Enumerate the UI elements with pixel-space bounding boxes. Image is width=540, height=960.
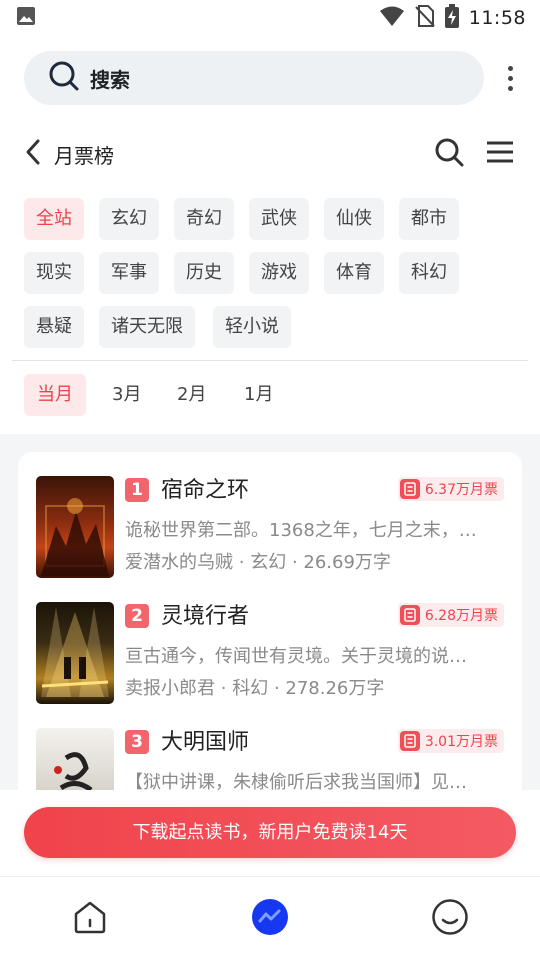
category-chip[interactable]: 轻小说	[213, 306, 291, 348]
smile-face-icon	[431, 898, 469, 940]
category-chip[interactable]: 诸天无限	[99, 306, 195, 348]
ticket-icon	[399, 479, 420, 499]
book-cover-image	[36, 476, 114, 578]
more-options-icon[interactable]	[504, 65, 516, 91]
search-row: 搜索	[24, 51, 516, 105]
category-chip[interactable]: 历史	[174, 252, 234, 294]
category-chip[interactable]: 都市	[399, 198, 459, 240]
book-genre: 玄幻	[250, 552, 287, 573]
book-genre: 科幻	[232, 678, 269, 699]
nav-home[interactable]	[71, 900, 109, 938]
rank-badge: 2	[125, 604, 149, 628]
page-title: 月票榜	[54, 143, 114, 168]
votes-badge: 3.01万月票	[397, 729, 504, 753]
status-bar: 11:58	[0, 0, 540, 36]
category-chip[interactable]: 游戏	[249, 252, 309, 294]
votes-text: 3.01万月票	[424, 734, 498, 750]
search-icon	[48, 60, 80, 96]
period-tab[interactable]: 2月	[164, 374, 219, 416]
book-title: 宿命之环	[161, 478, 250, 503]
image-notification-icon	[16, 6, 36, 30]
book-author: 卖报小郎君	[125, 678, 215, 699]
header-search-icon[interactable]	[434, 137, 464, 171]
period-tab[interactable]: 1月	[231, 374, 286, 416]
ticket-icon	[399, 605, 420, 625]
rank-badge: 3	[125, 730, 149, 754]
divider	[12, 360, 528, 361]
battery-charging-icon	[444, 4, 459, 32]
category-chip[interactable]: 仙侠	[324, 198, 384, 240]
category-chip[interactable]: 武侠	[249, 198, 309, 240]
category-chip-all[interactable]: 全站	[24, 198, 84, 240]
votes-badge: 6.28万月票	[397, 603, 504, 627]
search-box[interactable]: 搜索	[24, 51, 484, 105]
book-title: 大明国师	[161, 730, 250, 755]
meta-separator: ·	[238, 552, 245, 573]
rank-badge: 1	[125, 478, 149, 502]
meta-separator: ·	[220, 678, 227, 699]
home-icon	[72, 899, 108, 939]
book-word-count: 26.69万字	[303, 552, 391, 573]
back-arrow-icon[interactable]	[24, 138, 42, 170]
category-chip[interactable]: 悬疑	[24, 306, 84, 348]
book-description: 诡秘世界第二部。1368之年，七月之末，…	[125, 520, 477, 541]
book-description: 亘古通今，传闻世有灵境。关于灵境的说…	[125, 646, 467, 667]
bottom-navigation	[0, 876, 540, 960]
category-chip[interactable]: 军事	[99, 252, 159, 294]
book-meta: 卖报小郎君 · 科幻 · 278.26万字	[125, 674, 384, 700]
status-time: 11:58	[468, 7, 526, 29]
book-meta: 爱潜水的乌贼 · 玄幻 · 26.69万字	[125, 548, 391, 574]
book-item[interactable]: 1 宿命之环 6.37万月票 诡秘世界第二部。1368之年，七月之末，… 爱潜水…	[36, 476, 504, 582]
period-tab-current[interactable]: 当月	[24, 374, 86, 416]
wifi-icon	[379, 5, 405, 31]
category-chip[interactable]: 现实	[24, 252, 84, 294]
book-title: 灵境行者	[161, 604, 250, 629]
rankings-trend-icon	[251, 898, 289, 940]
ticket-icon	[399, 731, 420, 751]
category-chip[interactable]: 科幻	[399, 252, 459, 294]
book-cover-image	[36, 602, 114, 704]
category-chip[interactable]: 玄幻	[99, 198, 159, 240]
book-word-count: 278.26万字	[285, 678, 385, 699]
category-chip[interactable]: 体育	[324, 252, 384, 294]
category-chip[interactable]: 奇幻	[174, 198, 234, 240]
menu-icon[interactable]	[486, 140, 514, 168]
votes-text: 6.28万月票	[424, 608, 498, 624]
nav-profile[interactable]	[431, 898, 469, 940]
no-sim-icon	[415, 5, 435, 31]
meta-separator: ·	[291, 552, 298, 573]
votes-text: 6.37万月票	[424, 482, 498, 498]
period-tab[interactable]: 3月	[99, 374, 154, 416]
book-item[interactable]: 2 灵境行者 6.28万月票 亘古通今，传闻世有灵境。关于灵境的说… 卖报小郎君…	[36, 602, 504, 708]
download-app-button[interactable]: 下载起点读书，新用户免费读14天	[24, 807, 516, 858]
page-header: 月票榜	[24, 132, 514, 176]
votes-badge: 6.37万月票	[397, 477, 504, 501]
book-author: 爱潜水的乌贼	[125, 552, 233, 573]
meta-separator: ·	[273, 678, 280, 699]
search-label: 搜索	[90, 67, 130, 92]
nav-rankings[interactable]	[251, 898, 289, 940]
